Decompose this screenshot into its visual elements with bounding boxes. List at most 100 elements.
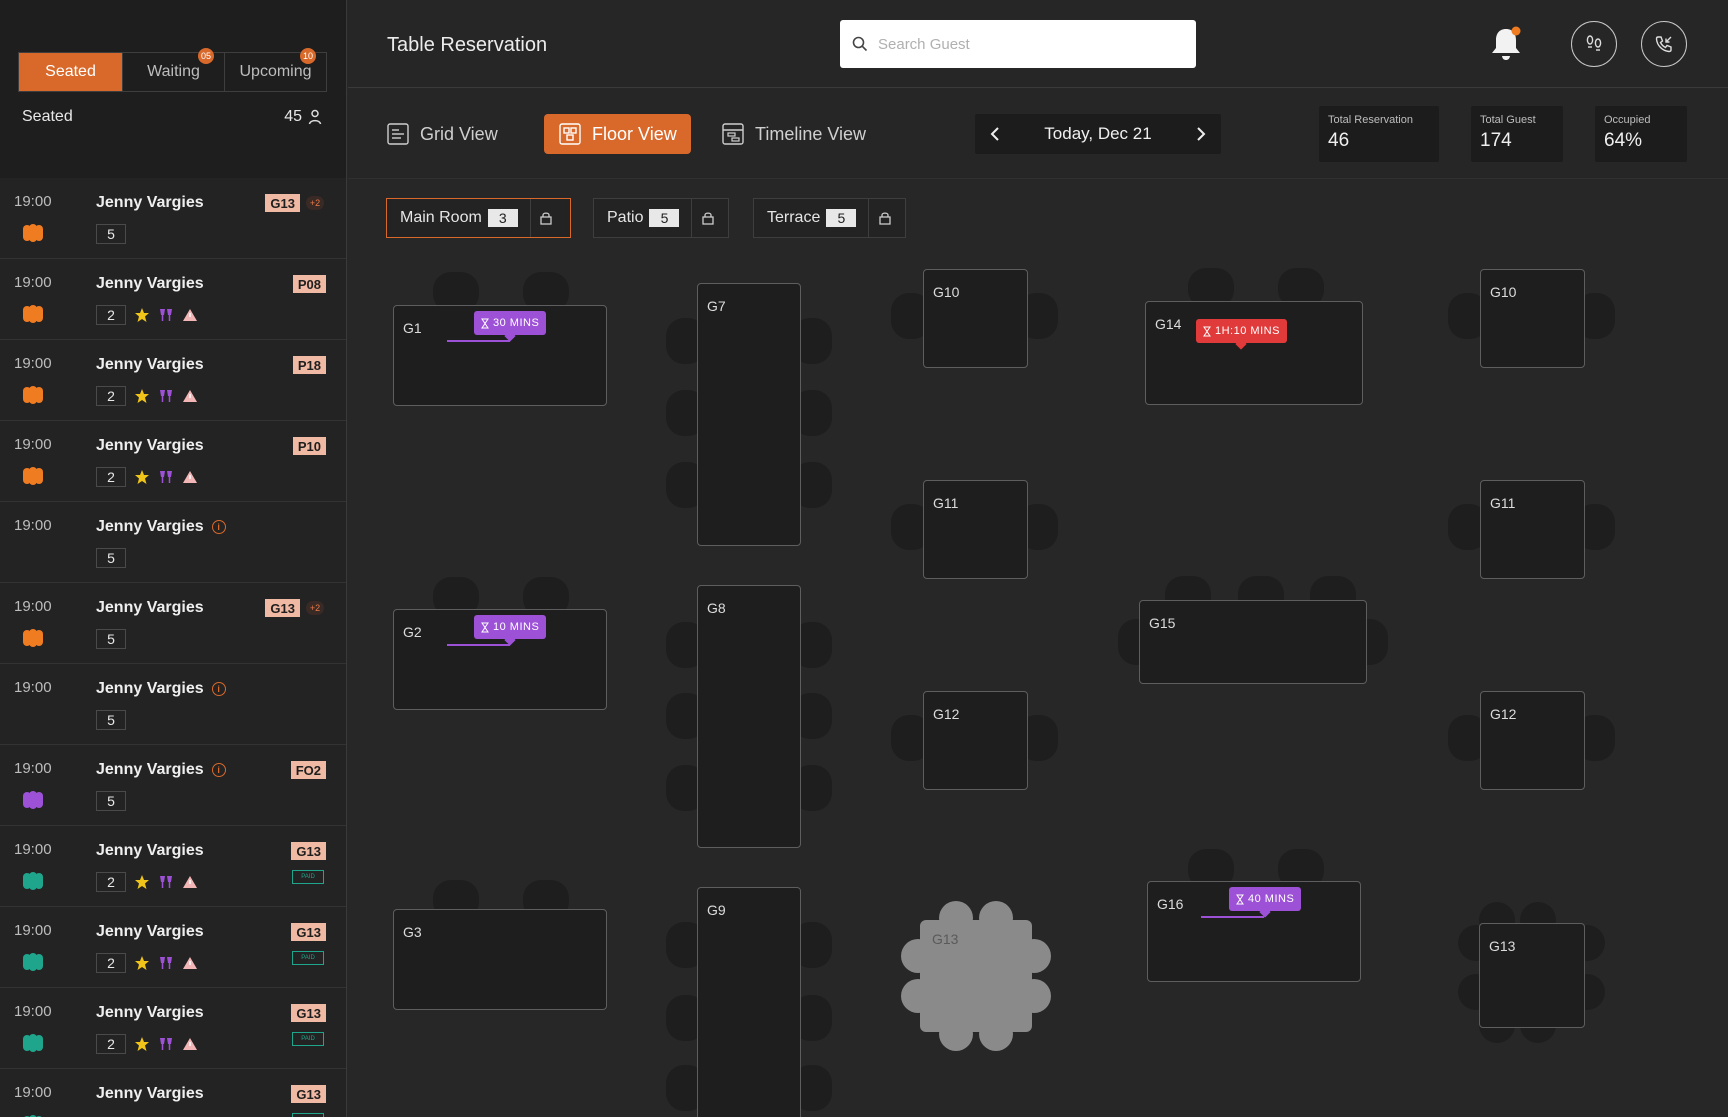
stat-value: 46 (1328, 130, 1350, 151)
table-g3[interactable]: G3 (393, 909, 607, 1010)
table-label: G1 (403, 320, 422, 336)
timer-label: 40 MINS (1248, 893, 1295, 905)
walk-in-button[interactable] (1571, 21, 1617, 67)
info-icon[interactable]: i (211, 763, 226, 777)
search-box[interactable] (840, 20, 1196, 68)
star-icon (135, 875, 149, 889)
star-icon (135, 470, 149, 484)
reservation-item[interactable]: 19:00 Jenny Vargies G13 PAID (0, 1069, 346, 1117)
room-lock-button[interactable] (529, 199, 562, 237)
table-g14[interactable]: G14 (1145, 301, 1363, 405)
timer-progress (447, 340, 510, 342)
table-tag: FO2 (290, 761, 326, 779)
table-g12-terrace[interactable]: G12 (1480, 691, 1585, 790)
reservation-item[interactable]: 19:00 Jenny Vargies G13 PAID 2 (0, 826, 346, 907)
search-input[interactable] (878, 35, 1178, 53)
room-main-room[interactable]: Main Room 3 (386, 198, 571, 238)
reservation-item[interactable]: 19:00 Jenny Vargies P18 2 (0, 340, 346, 421)
person-icon (308, 109, 322, 125)
table-label: G2 (403, 624, 422, 640)
grid-view-icon (387, 123, 409, 145)
table-g8[interactable]: G8 (697, 585, 801, 848)
table-g9[interactable]: G9 (697, 887, 801, 1117)
timeline-view-label: Timeline View (755, 123, 867, 144)
stat-label: Total Reservation (1328, 114, 1413, 126)
reservation-time: 19:00 (14, 517, 52, 534)
guest-name-wrap: Jenny Vargies i (96, 518, 226, 536)
guest-name-wrap: Jenny Vargies (96, 1004, 204, 1022)
seated-label: Seated (22, 108, 73, 125)
hourglass-icon (1236, 894, 1244, 904)
seated-count-wrap: 45 (284, 108, 322, 126)
table-timer: 1H:10 MINS (1196, 319, 1287, 343)
guest-name: Jenny Vargies (96, 518, 204, 535)
info-icon[interactable]: i (211, 682, 226, 696)
table-g7[interactable]: G7 (697, 283, 801, 546)
reservation-item[interactable]: 19:00 Jenny Vargies i FO2 5 (0, 745, 346, 826)
stat-total-guest: Total Guest 174 (1471, 106, 1563, 162)
room-patio[interactable]: Patio 5 (593, 198, 729, 238)
table-g13-terrace[interactable]: G13 (1479, 923, 1585, 1028)
reservation-time: 19:00 (14, 1003, 52, 1020)
call-button[interactable] (1641, 21, 1687, 67)
guest-name: Jenny Vargies (96, 437, 204, 454)
guest-name-wrap: Jenny Vargies (96, 194, 204, 212)
guest-tags (134, 307, 198, 323)
notifications-button[interactable] (1488, 24, 1524, 64)
tab-seated[interactable]: Seated (19, 53, 123, 91)
reservation-time: 19:00 (14, 679, 52, 696)
top-header: Table Reservation (348, 0, 1728, 88)
reservation-item[interactable]: 19:00 Jenny Vargies P08 2 (0, 259, 346, 340)
stat-occupied: Occupied 64% (1595, 106, 1687, 162)
table-g11-terrace[interactable]: G11 (1480, 480, 1585, 579)
reservation-item[interactable]: 19:00 Jenny Vargies P10 2 (0, 421, 346, 502)
sidebar: Seated Waiting 05 Upcoming 10 Seated 45 19… (0, 0, 347, 1117)
status-tabs: Seated Waiting 05 Upcoming 10 (18, 48, 327, 92)
guest-count: 2 (96, 953, 126, 973)
table-label: G14 (1155, 316, 1182, 332)
table-g12[interactable]: G12 (923, 691, 1028, 790)
reservation-item[interactable]: 19:00 Jenny Vargies G13 PAID 2 (0, 988, 346, 1069)
reservation-item[interactable]: 19:00 Jenny Vargies i 5 (0, 502, 346, 583)
wine-glasses-icon (160, 471, 172, 483)
floor-view-icon (559, 123, 581, 145)
table-tag: G13 (291, 923, 326, 941)
grid-view-button[interactable]: Grid View (372, 114, 512, 154)
table-label: G12 (933, 706, 960, 722)
room-terrace[interactable]: Terrace 5 (753, 198, 906, 238)
prev-day-button[interactable] (975, 114, 1015, 154)
stat-value: 64% (1604, 130, 1643, 151)
wine-glasses-icon (160, 390, 172, 402)
room-lock-button[interactable] (691, 199, 723, 237)
tab-seated-label: Seated (45, 63, 96, 80)
table-status-icon (23, 791, 43, 809)
reservation-item[interactable]: 19:00 Jenny Vargies i 5 (0, 664, 346, 745)
next-day-button[interactable] (1181, 114, 1221, 154)
wine-glasses-icon (160, 876, 172, 888)
reservation-item[interactable]: 19:00 Jenny Vargies G13 +2 5 (0, 583, 346, 664)
table-g10[interactable]: G10 (923, 269, 1028, 368)
reservation-time: 19:00 (14, 1084, 52, 1101)
table-label: G9 (707, 902, 726, 918)
tab-upcoming-label: Upcoming (239, 63, 312, 80)
table-g15[interactable]: G15 (1139, 600, 1367, 684)
table-timer: 40 MINS (1229, 887, 1302, 911)
room-lock-button[interactable] (868, 199, 900, 237)
table-g13-occupied[interactable] (900, 900, 1052, 1052)
info-icon[interactable]: i (211, 520, 226, 534)
guest-tags (134, 388, 198, 404)
tab-waiting[interactable]: Waiting 05 (123, 48, 225, 91)
table-g10-terrace[interactable]: G10 (1480, 269, 1585, 368)
table-g11[interactable]: G11 (923, 480, 1028, 579)
guest-name: Jenny Vargies (96, 923, 204, 940)
guest-name-wrap: Jenny Vargies (96, 599, 204, 617)
upcoming-count-badge: 10 (300, 48, 316, 64)
guest-count: 5 (96, 224, 126, 244)
reservation-item[interactable]: 19:00 Jenny Vargies G13 +2 5 (0, 178, 346, 259)
reservation-item[interactable]: 19:00 Jenny Vargies G13 PAID 2 (0, 907, 346, 988)
tab-upcoming[interactable]: Upcoming 10 (225, 48, 326, 91)
page-title: Table Reservation (387, 34, 548, 56)
floor-view-button[interactable]: Floor View (544, 114, 691, 154)
timeline-view-button[interactable]: Timeline View (707, 114, 880, 154)
guest-count: 2 (96, 386, 126, 406)
